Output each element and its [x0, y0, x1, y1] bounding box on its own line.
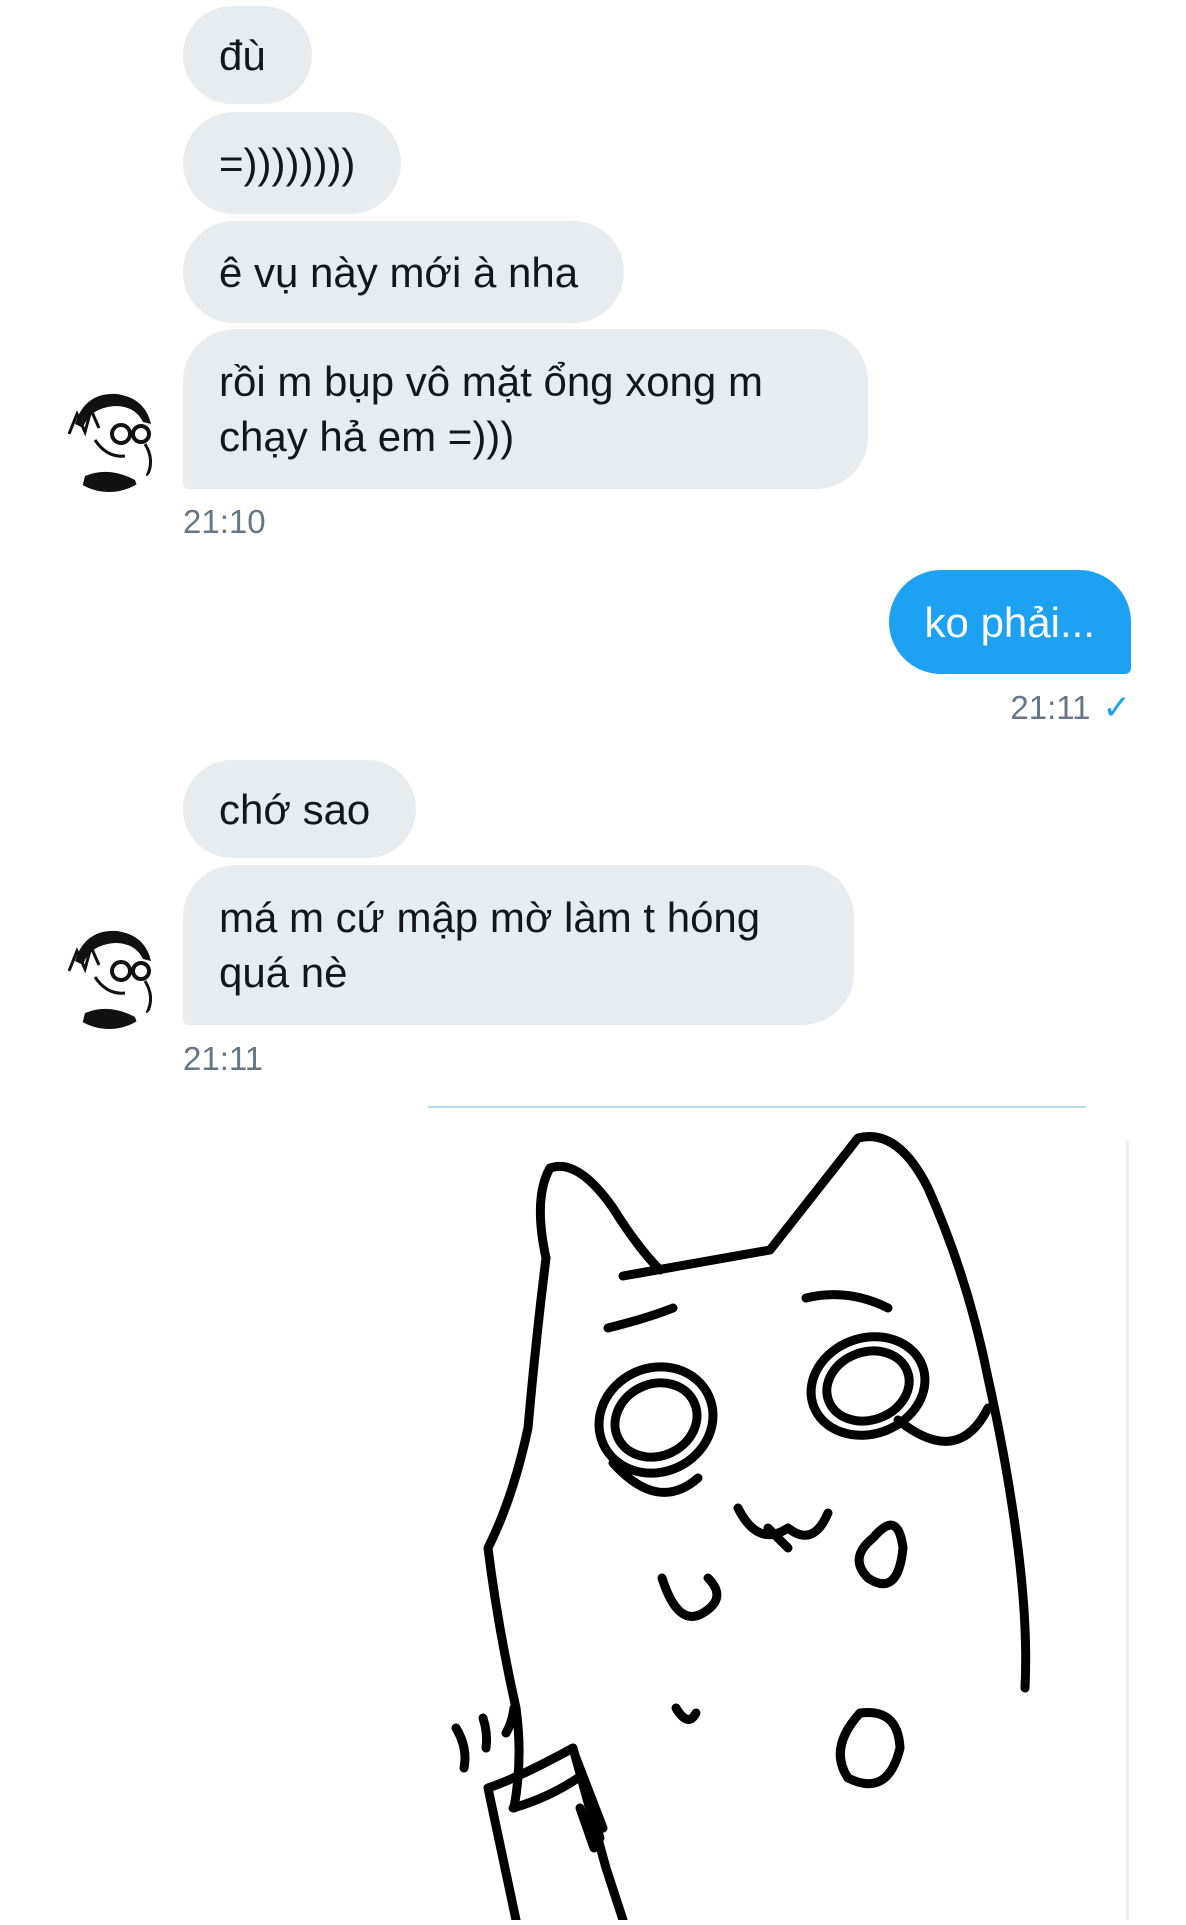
incoming-message[interactable]: =)))))))) [183, 112, 402, 214]
avatar-image [55, 921, 163, 1029]
message-timestamp: 21:10 [183, 503, 266, 540]
incoming-message[interactable]: chớ sao [183, 760, 417, 858]
sender-avatar[interactable] [55, 384, 163, 492]
message-text: ê vụ này mới à nha [219, 248, 579, 296]
sender-avatar[interactable] [55, 921, 163, 1029]
outgoing-message[interactable]: ko phải... [888, 570, 1131, 674]
message-text: đù [219, 31, 266, 79]
message-timestamp-row: 21:11 ✓ [1010, 688, 1131, 728]
message-text: ko phải... [924, 598, 1095, 646]
incoming-message[interactable]: ê vụ này mới à nha [183, 221, 625, 323]
incoming-message[interactable]: má m cứ mập mờ làm t hóng quá nè [183, 865, 854, 1025]
message-text: =)))))))) [219, 139, 356, 187]
message-text: chớ sao [219, 785, 371, 833]
crying-cat-sticker[interactable] [428, 1108, 1136, 1925]
message-text: má m cứ mập mờ làm t hóng quá nè [219, 894, 761, 996]
incoming-message[interactable]: đù [183, 6, 312, 104]
message-timestamp: 21:11 [183, 1040, 264, 1077]
message-text: rồi m bụp vô mặt ổng xong m chạy hả em =… [219, 358, 763, 460]
checkmark-icon: ✓ [1102, 689, 1132, 727]
avatar-image [55, 384, 163, 492]
incoming-message[interactable]: rồi m bụp vô mặt ổng xong m chạy hả em =… [183, 329, 868, 489]
sticker-image [451, 1132, 1031, 1925]
message-timestamp: 21:11 [1010, 689, 1091, 726]
